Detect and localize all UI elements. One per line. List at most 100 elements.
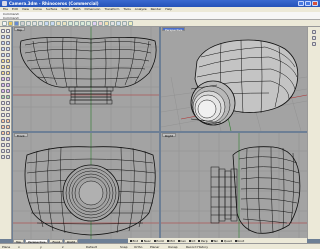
osnap-knot[interactable]: Knot — [234, 239, 244, 243]
status-snap[interactable]: Snap — [120, 245, 128, 249]
viewport-right[interactable]: Right — [161, 133, 307, 239]
mesh-sphere-icon[interactable] — [6, 95, 10, 99]
extrude-icon[interactable] — [6, 59, 10, 63]
rotate-view-icon[interactable] — [62, 20, 67, 26]
viewport-top[interactable]: Top — [13, 27, 159, 131]
zoom-window-icon[interactable] — [74, 20, 79, 26]
sweep-icon[interactable] — [6, 65, 10, 69]
osnap-int[interactable]: Int — [189, 239, 195, 243]
render-icon[interactable] — [110, 20, 115, 26]
boolean-union-icon[interactable] — [1, 89, 5, 93]
circle-icon[interactable] — [6, 41, 10, 45]
snap-icon[interactable] — [312, 30, 316, 34]
analyze-icon[interactable] — [1, 143, 5, 147]
point-icon[interactable] — [6, 29, 10, 33]
viewport-title-perspective[interactable]: Perspective — [162, 27, 186, 32]
curvature-icon[interactable] — [6, 143, 10, 147]
pan-icon[interactable] — [56, 20, 61, 26]
undo-icon[interactable] — [44, 20, 49, 26]
layer-icon[interactable] — [92, 20, 97, 26]
zoom-selected-icon[interactable] — [86, 20, 91, 26]
status-osnap[interactable]: Osnap — [168, 245, 178, 249]
viewport-title-right[interactable]: Right — [162, 133, 176, 138]
osnap-end[interactable]: End — [130, 239, 138, 243]
cut-icon[interactable] — [26, 20, 31, 26]
viewport-title-front[interactable]: Front — [14, 133, 28, 138]
status-record-history[interactable]: Record History — [186, 245, 208, 249]
dimension-icon[interactable] — [1, 137, 5, 141]
properties-icon[interactable] — [98, 20, 103, 26]
osnap-point[interactable]: Point — [153, 239, 164, 243]
cylinder-icon[interactable] — [1, 83, 5, 87]
select-icon[interactable] — [1, 29, 5, 33]
join-icon[interactable] — [1, 113, 5, 117]
explode-icon[interactable] — [6, 113, 10, 117]
split-icon[interactable] — [6, 107, 10, 111]
maximize-button[interactable] — [305, 1, 311, 6]
chamfer-icon[interactable] — [6, 101, 10, 105]
surface-icon[interactable] — [1, 59, 5, 63]
open-file-icon[interactable] — [8, 20, 13, 26]
polyline-icon[interactable] — [6, 35, 10, 39]
text-icon[interactable] — [6, 137, 10, 141]
network-surface-icon[interactable] — [6, 71, 10, 75]
array-icon[interactable] — [6, 131, 10, 135]
print-icon[interactable] — [20, 20, 25, 26]
lock-icon[interactable] — [6, 155, 10, 159]
cplane-icon[interactable] — [312, 42, 316, 46]
camera-right-wireframe — [210, 146, 301, 234]
status-planar[interactable]: Planar — [150, 245, 159, 249]
fillet-icon[interactable] — [1, 101, 5, 105]
cone-icon[interactable] — [6, 83, 10, 87]
status-ortho[interactable]: Ortho — [134, 245, 143, 249]
viewport-front[interactable]: Front — [13, 133, 159, 239]
options-icon[interactable] — [122, 20, 127, 26]
loft-icon[interactable] — [1, 65, 5, 69]
redo-icon[interactable] — [50, 20, 55, 26]
hide-icon[interactable] — [1, 155, 5, 159]
help-icon[interactable] — [128, 20, 133, 26]
copy-object-icon[interactable] — [6, 119, 10, 123]
paste-icon[interactable] — [38, 20, 43, 26]
line-icon[interactable] — [1, 35, 5, 39]
trim-icon[interactable] — [1, 107, 5, 111]
osnap-cen[interactable]: Cen — [177, 239, 186, 243]
rebuild-icon[interactable] — [6, 149, 10, 153]
zoom-icon[interactable] — [68, 20, 73, 26]
revolve-icon[interactable] — [1, 71, 5, 75]
viewport-perspective[interactable]: Perspective — [161, 27, 307, 131]
copy-icon[interactable] — [32, 20, 37, 26]
minimize-button[interactable] — [298, 1, 304, 6]
move-icon[interactable] — [1, 119, 5, 123]
osnap-mid[interactable]: Mid — [166, 239, 175, 243]
close-button[interactable] — [312, 1, 318, 6]
viewport-title-top[interactable]: Top — [14, 27, 26, 32]
box-icon[interactable] — [1, 77, 5, 81]
mesh-icon[interactable] — [1, 95, 5, 99]
sphere-icon[interactable] — [6, 77, 10, 81]
status-x: x — [18, 245, 20, 249]
control-points-icon[interactable] — [1, 149, 5, 153]
rotate-icon[interactable] — [1, 125, 5, 129]
save-icon[interactable] — [14, 20, 19, 26]
camera-lens — [190, 80, 236, 126]
boolean-difference-icon[interactable] — [6, 89, 10, 93]
light-icon[interactable] — [116, 20, 121, 26]
shade-icon[interactable] — [104, 20, 109, 26]
arc-icon[interactable] — [1, 47, 5, 51]
new-file-icon[interactable] — [2, 20, 7, 26]
polygon-icon[interactable] — [6, 53, 10, 57]
command-area[interactable]: Command: Command: — [0, 12, 320, 20]
ellipse-icon[interactable] — [6, 47, 10, 51]
scale-icon[interactable] — [6, 125, 10, 129]
curve-icon[interactable] — [1, 41, 5, 45]
osnap-tan[interactable]: Tan — [210, 239, 218, 243]
rectangle-icon[interactable] — [1, 53, 5, 57]
osnap-quad[interactable]: Quad — [221, 239, 232, 243]
osnap-near[interactable]: Near — [141, 239, 151, 243]
mirror-icon[interactable] — [1, 131, 5, 135]
grid-icon[interactable] — [312, 36, 316, 40]
status-layer[interactable]: Default — [86, 245, 97, 249]
osnap-perp[interactable]: Perp — [198, 239, 208, 243]
zoom-extents-icon[interactable] — [80, 20, 85, 26]
